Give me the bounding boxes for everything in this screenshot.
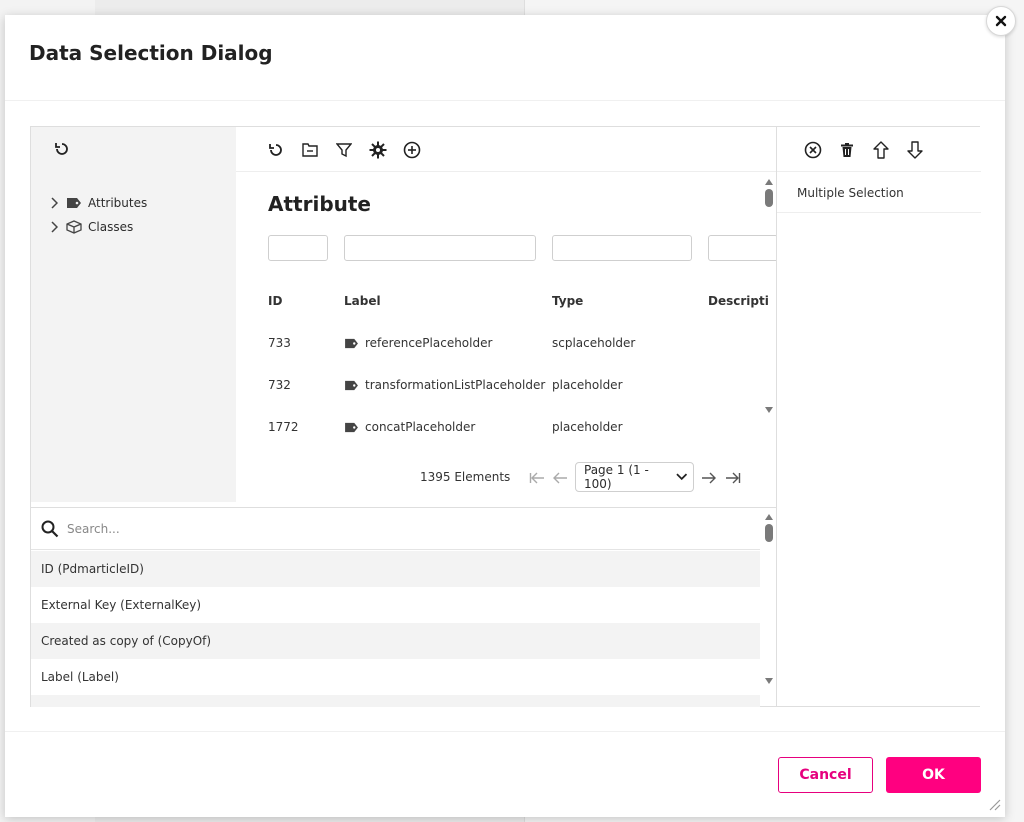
scroll-down-icon[interactable]: [765, 407, 773, 413]
close-icon: [995, 15, 1007, 27]
filter-input-id[interactable]: [268, 235, 328, 261]
table-row-type[interactable]: placeholder: [552, 378, 623, 392]
scroll-up-icon[interactable]: [765, 514, 773, 520]
tree-panel: Attributes Classes: [31, 127, 236, 502]
chevron-right-icon[interactable]: [48, 221, 60, 233]
tree-item-attributes[interactable]: Attributes: [48, 196, 147, 210]
list-item[interactable]: ID (PdmarticleID): [31, 551, 760, 587]
attribute-grid: Attribute ID Label Type Descripti 733 re…: [236, 173, 776, 449]
folder-minus-icon: [302, 143, 318, 157]
element-count: 1395 Elements: [420, 470, 511, 484]
filter-input-type[interactable]: [552, 235, 692, 261]
search-icon: [41, 520, 59, 537]
list-item[interactable]: Label (Label): [31, 659, 760, 695]
list-item[interactable]: External Key (ExternalKey): [31, 587, 760, 623]
tag-icon: [67, 198, 81, 208]
arrow-left-icon: [553, 472, 567, 484]
scroll-thumb[interactable]: [765, 189, 773, 207]
grid-vertical-scrollbar[interactable]: [762, 179, 776, 429]
clear-selection-button[interactable]: [802, 139, 824, 161]
cancel-button[interactable]: Cancel: [778, 757, 873, 793]
column-header-label[interactable]: Label: [344, 294, 381, 308]
delete-button[interactable]: [836, 139, 858, 161]
table-row-id[interactable]: 1772: [268, 420, 299, 434]
table-row-label-text: concatPlaceholder: [365, 420, 476, 434]
last-page-icon: [726, 472, 741, 484]
ok-button[interactable]: OK: [886, 757, 981, 793]
table-row-label[interactable]: transformationListPlaceholder: [344, 378, 545, 392]
next-page-button[interactable]: [699, 468, 719, 488]
data-selection-dialog: Data Selection Dialog Attributes Classes: [5, 15, 1005, 817]
cube-icon: [66, 220, 82, 234]
filter-input-label[interactable]: [344, 235, 536, 261]
list-vertical-scrollbar[interactable]: [762, 514, 776, 700]
table-row-id[interactable]: 733: [268, 336, 291, 350]
grid-toolbar: [236, 127, 776, 172]
chevron-down-icon: [675, 473, 687, 481]
search-bar: [31, 508, 760, 550]
refresh-icon: [55, 143, 68, 155]
trash-icon: [841, 143, 853, 157]
tree-item-label: Attributes: [88, 196, 148, 210]
table-row-label-text: referencePlaceholder: [365, 336, 493, 350]
resize-handle-icon[interactable]: [985, 795, 1001, 811]
tag-icon: [345, 338, 358, 348]
tree-item-classes[interactable]: Classes: [48, 220, 133, 234]
previous-page-button[interactable]: [550, 468, 570, 488]
field-search-panel: ID (PdmarticleID) External Key (External…: [31, 507, 776, 707]
pagination-bar: 1395 Elements Page 1 (1 - 100): [236, 457, 776, 497]
dialog-content-frame: Attributes Classes Attribute ID Label Ty…: [30, 126, 981, 707]
column-header-id[interactable]: ID: [268, 294, 282, 308]
grid-title: Attribute: [268, 192, 371, 216]
selection-panel: Multiple Selection: [776, 127, 981, 706]
header-divider: [5, 100, 1005, 101]
plus-circle-icon: [403, 141, 421, 159]
scroll-up-icon[interactable]: [765, 179, 773, 185]
move-down-button[interactable]: [904, 139, 926, 161]
arrow-right-icon: [702, 472, 716, 484]
tag-icon: [345, 380, 358, 390]
settings-button[interactable]: [367, 139, 389, 161]
table-row-label-text: transformationListPlaceholder: [365, 378, 546, 392]
tree-refresh-button[interactable]: [54, 141, 70, 160]
footer-divider: [5, 731, 1005, 732]
refresh-icon: [269, 144, 282, 156]
table-row-id[interactable]: 732: [268, 378, 291, 392]
arrow-down-icon: [907, 141, 923, 159]
dialog-title: Data Selection Dialog: [29, 41, 273, 65]
page-select-value: Page 1 (1 - 100): [584, 463, 649, 491]
tree-item-label: Classes: [88, 220, 134, 234]
arrow-up-icon: [873, 141, 889, 159]
close-circle-icon: [804, 141, 822, 159]
first-page-icon: [529, 472, 544, 484]
table-row-type[interactable]: placeholder: [552, 420, 623, 434]
attribute-grid-panel: Attribute ID Label Type Descripti 733 re…: [236, 127, 776, 502]
tag-icon: [345, 422, 358, 432]
selection-divider: [777, 212, 981, 213]
last-page-button[interactable]: [723, 468, 743, 488]
selection-toolbar: [777, 127, 981, 172]
list-item[interactable]: Created as copy of (CopyOf): [31, 623, 760, 659]
add-button[interactable]: [401, 139, 423, 161]
multiple-selection-label: Multiple Selection: [797, 186, 904, 200]
column-header-type[interactable]: Type: [552, 294, 583, 308]
page-select[interactable]: Page 1 (1 - 100): [575, 462, 694, 492]
search-input[interactable]: [67, 521, 467, 536]
move-up-button[interactable]: [870, 139, 892, 161]
collapse-folder-button[interactable]: [299, 139, 321, 161]
scroll-thumb[interactable]: [765, 524, 773, 542]
first-page-button[interactable]: [527, 468, 547, 488]
table-row-type[interactable]: scplaceholder: [552, 336, 635, 350]
filter-icon: [336, 143, 352, 158]
table-row-label[interactable]: concatPlaceholder: [344, 420, 475, 434]
grid-refresh-button[interactable]: [265, 139, 287, 161]
gear-icon: [369, 141, 387, 159]
table-row-label[interactable]: referencePlaceholder: [344, 336, 492, 350]
list-item[interactable]: [31, 695, 760, 707]
column-header-description[interactable]: Descripti: [708, 294, 769, 308]
filter-button[interactable]: [333, 139, 355, 161]
close-dialog-button[interactable]: [986, 6, 1016, 36]
scroll-down-icon[interactable]: [765, 678, 773, 684]
chevron-right-icon[interactable]: [48, 197, 60, 209]
